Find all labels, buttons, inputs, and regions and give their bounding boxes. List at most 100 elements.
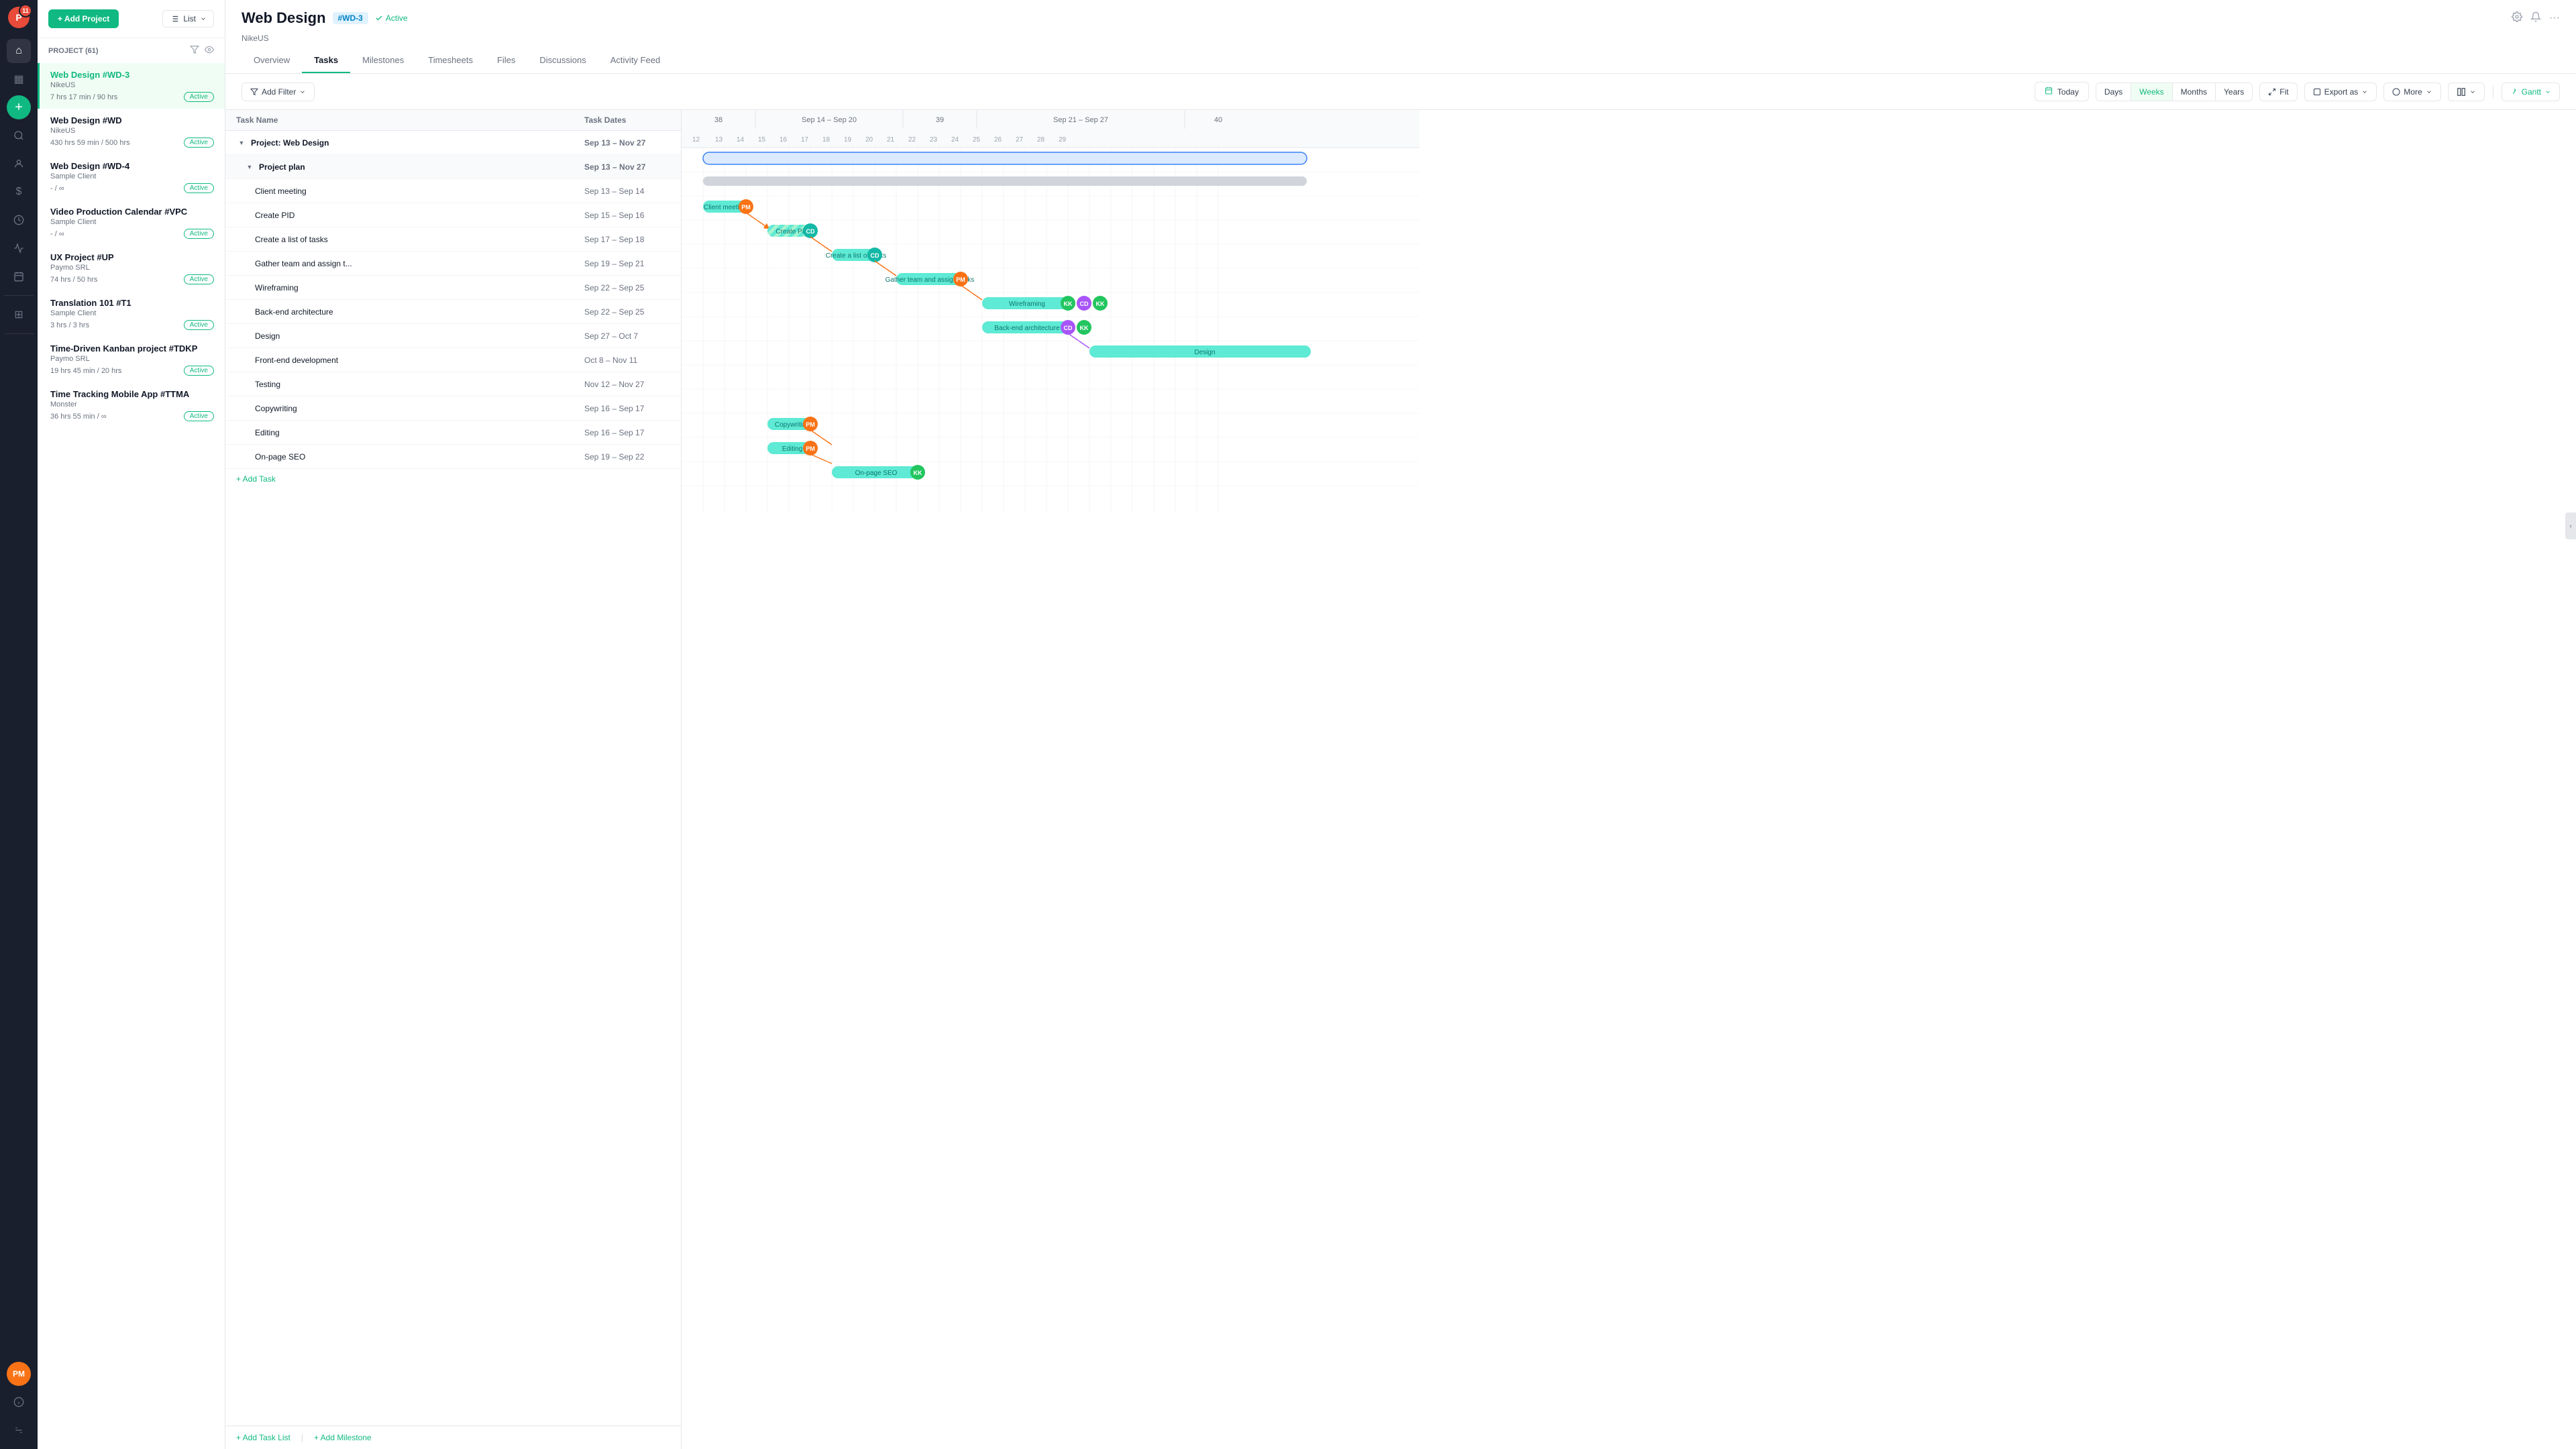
table-row[interactable]: Testing Nov 12 – Nov 27 (225, 372, 681, 396)
table-row[interactable]: ▼ Project plan Sep 13 – Nov 27 (225, 155, 681, 179)
gantt-bar-seo[interactable]: On-page SEO KK (832, 465, 925, 480)
tab-timesheets[interactable]: Timesheets (416, 48, 485, 73)
status-badge-ttma: Active (184, 411, 214, 421)
gantt-bar-project[interactable] (703, 152, 1307, 164)
gantt-bar-design[interactable]: Design (1089, 345, 1311, 358)
table-row[interactable]: On-page SEO Sep 19 – Sep 22 (225, 445, 681, 469)
tab-milestones[interactable]: Milestones (350, 48, 416, 73)
gantt-chart: 38 Sep 14 – Sep 20 39 Sep 21 – Sep 27 40 (682, 110, 2576, 1449)
add-project-button[interactable]: + Add Project (48, 9, 119, 28)
project-item-wd4[interactable]: Web Design #WD-4 Sample Client - / ∞ Act… (38, 154, 225, 200)
gantt-bar-copywriting[interactable]: Copywriting PM (767, 417, 818, 431)
add-task-list-button[interactable]: + Add Task List (236, 1433, 290, 1442)
svg-text:15: 15 (758, 136, 766, 144)
gantt-bar-create-list[interactable]: Create a list of tasks CD (826, 248, 887, 262)
fit-button[interactable]: Fit (2259, 83, 2297, 101)
gantt-bar-editing[interactable]: Editing PM (767, 441, 818, 455)
project-item-tdkp[interactable]: Time-Driven Kanban project #TDKP Paymo S… (38, 337, 225, 382)
table-row[interactable]: Create PID Sep 15 – Sep 16 (225, 203, 681, 227)
search-icon[interactable] (7, 123, 31, 148)
table-row[interactable]: Back-end architecture Sep 22 – Sep 25 (225, 300, 681, 324)
status-badge-wd: Active (184, 138, 214, 148)
table-row[interactable]: Gather team and assign t... Sep 19 – Sep… (225, 252, 681, 276)
bell-icon[interactable] (2530, 11, 2541, 25)
table-row[interactable]: Client meeting Sep 13 – Sep 14 (225, 179, 681, 203)
tab-discussions[interactable]: Discussions (527, 48, 598, 73)
project-item-active[interactable]: Web Design #WD-3 NikeUS 7 hrs 17 min / 9… (38, 63, 225, 109)
project-item-t1[interactable]: Translation 101 #T1 Sample Client 3 hrs … (38, 291, 225, 337)
section-collapse-arrow[interactable]: ▼ (244, 162, 255, 172)
user-icon[interactable] (7, 152, 31, 176)
svg-text:Back-end architecture: Back-end architecture (994, 325, 1060, 332)
active-status-badge: Active (184, 92, 214, 102)
tab-activity-feed[interactable]: Activity Feed (598, 48, 672, 73)
gantt-button[interactable]: Gantt (2502, 83, 2560, 101)
collapse-tab[interactable]: ‹ (2565, 513, 2576, 539)
view-selector[interactable]: List (162, 10, 214, 28)
tab-files[interactable]: Files (485, 48, 527, 73)
table-row[interactable]: Front-end development Oct 8 – Nov 11 (225, 348, 681, 372)
expand-icon[interactable]: ⊞ (7, 303, 31, 327)
collapse-arrow[interactable]: ▼ (236, 138, 247, 148)
projects-icon[interactable]: ▦ (7, 67, 31, 91)
clock-icon[interactable] (7, 208, 31, 232)
svg-text:21: 21 (887, 136, 895, 144)
gantt-bar-backend[interactable]: Back-end architecture CD KK (982, 320, 1091, 335)
more-icon[interactable]: ··· (2549, 12, 2560, 24)
add-milestone-button[interactable]: + Add Milestone (314, 1433, 372, 1442)
settings-icon[interactable] (7, 1418, 31, 1442)
days-button[interactable]: Days (2096, 83, 2131, 101)
table-row[interactable]: ▼ Project: Web Design Sep 13 – Nov 27 (225, 131, 681, 155)
table-row[interactable]: Wireframing Sep 22 – Sep 25 (225, 276, 681, 300)
project-meta-up: 74 hrs / 50 hrs Active (50, 274, 214, 284)
task-name-frontend: Front-end development (225, 352, 574, 369)
svg-text:12: 12 (692, 136, 700, 144)
tab-overview[interactable]: Overview (241, 48, 302, 73)
weeks-button[interactable]: Weeks (2131, 83, 2172, 101)
settings-header-icon[interactable] (2512, 11, 2522, 25)
table-row[interactable]: Copywriting Sep 16 – Sep 17 (225, 396, 681, 421)
header-actions: ··· (2512, 11, 2560, 25)
bottom-user-icon[interactable]: PM (7, 1362, 31, 1386)
info-icon[interactable] (7, 1390, 31, 1414)
table-row[interactable]: Design Sep 27 – Oct 7 (225, 324, 681, 348)
project-item-vpc[interactable]: Video Production Calendar #VPC Sample Cl… (38, 200, 225, 246)
gantt-bar-wireframing[interactable]: Wireframing KK CD KK (982, 296, 1108, 311)
table-row[interactable]: Create a list of tasks Sep 17 – Sep 18 (225, 227, 681, 252)
eye-icon[interactable] (205, 45, 214, 56)
tab-tasks[interactable]: Tasks (302, 48, 350, 73)
columns-button[interactable] (2448, 83, 2485, 101)
gantt-bar-gather-team[interactable]: Gather team and assign tasks PM (885, 272, 975, 286)
project-item-up[interactable]: UX Project #UP Paymo SRL 74 hrs / 50 hrs… (38, 246, 225, 291)
svg-text:PM: PM (806, 421, 815, 428)
project-name-ttma: Time Tracking Mobile App #TTMA (50, 389, 214, 399)
svg-text:PM: PM (956, 276, 965, 283)
more-button[interactable]: More (2383, 83, 2440, 101)
project-meta-wd: 430 hrs 59 min / 500 hrs Active (50, 138, 214, 148)
top-header: Web Design #WD-3 Active ··· NikeUS Overv… (225, 0, 2576, 74)
export-button[interactable]: Export as (2304, 83, 2377, 101)
add-icon[interactable]: + (7, 95, 31, 119)
svg-text:29: 29 (1059, 136, 1067, 144)
home-icon[interactable]: ⌂ (7, 39, 31, 63)
gantt-bar-client-meeting[interactable]: Client meeting PM (703, 199, 753, 214)
years-button[interactable]: Years (2216, 83, 2252, 101)
gantt-bar-project-plan[interactable] (703, 176, 1307, 186)
calendar-icon[interactable] (7, 264, 31, 288)
svg-text:CD: CD (1080, 301, 1089, 307)
project-item-wd[interactable]: Web Design #WD NikeUS 430 hrs 59 min / 5… (38, 109, 225, 154)
filter-icon[interactable] (190, 45, 199, 56)
column-header-name: Task Name (225, 115, 574, 125)
add-task-row[interactable]: + Add Task (225, 469, 681, 489)
today-button[interactable]: Today (2035, 82, 2089, 101)
gantt-bar-create-pid[interactable]: Create PID CD (767, 223, 818, 238)
add-filter-button[interactable]: Add Filter (241, 83, 315, 101)
app-logo[interactable]: P (8, 7, 30, 28)
table-row[interactable]: Editing Sep 16 – Sep 17 (225, 421, 681, 445)
months-button[interactable]: Months (2173, 83, 2216, 101)
project-meta-vpc: - / ∞ Active (50, 229, 214, 239)
project-item-ttma[interactable]: Time Tracking Mobile App #TTMA Monster 3… (38, 382, 225, 428)
money-icon[interactable]: $ (7, 180, 31, 204)
project-name-wd: Web Design #WD (50, 115, 214, 125)
chart-icon[interactable] (7, 236, 31, 260)
